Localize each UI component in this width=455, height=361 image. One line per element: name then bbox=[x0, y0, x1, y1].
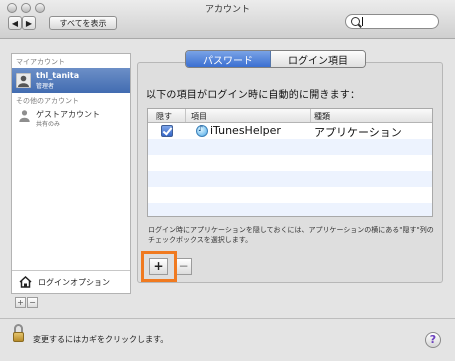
help-button[interactable]: ? bbox=[425, 332, 441, 348]
login-options-label: ログインオプション bbox=[38, 278, 110, 287]
show-all-button[interactable]: すべてを表示 bbox=[49, 16, 117, 30]
column-header-item[interactable]: 項目 bbox=[191, 111, 207, 122]
hide-instructions-text: ログイン時にアプリケーションを隠しておくには、アプリケーションの横にある"隠す"… bbox=[148, 226, 434, 244]
empty-row bbox=[148, 187, 432, 203]
forward-button[interactable]: ▶ bbox=[22, 16, 36, 30]
current-user-role: 管理者 bbox=[36, 83, 55, 90]
tab-bar: パスワード ログイン項目 bbox=[185, 50, 366, 68]
column-header-kind[interactable]: 種類 bbox=[314, 111, 330, 122]
empty-row bbox=[148, 155, 432, 171]
column-divider bbox=[310, 109, 311, 122]
guest-user-icon bbox=[19, 110, 30, 122]
itunes-helper-icon bbox=[196, 124, 208, 137]
back-button[interactable]: ◀ bbox=[8, 16, 22, 30]
tab-password[interactable]: パスワード bbox=[186, 51, 271, 67]
guest-account-role: 共有のみ bbox=[36, 121, 61, 128]
sidebar-item-current-user[interactable]: thl_tanita 管理者 bbox=[12, 68, 130, 93]
empty-row bbox=[148, 139, 432, 155]
text-cursor bbox=[362, 17, 363, 26]
remove-account-button[interactable]: − bbox=[27, 297, 38, 308]
column-header-hide[interactable]: 隠す bbox=[156, 111, 172, 122]
lock-instruction-text: 変更するにはカギをクリックします。 bbox=[33, 335, 169, 344]
lock-icon[interactable] bbox=[13, 332, 24, 342]
accounts-window: アカウント ◀ ▶ すべてを表示 マイアカウント thl_tanita 管理者 … bbox=[0, 0, 455, 361]
item-name: iTunesHelper bbox=[210, 124, 281, 137]
empty-row bbox=[148, 171, 432, 187]
house-icon bbox=[19, 276, 32, 288]
add-account-button[interactable]: + bbox=[15, 297, 26, 308]
remove-login-item-button[interactable]: − bbox=[175, 258, 192, 275]
current-user-name: thl_tanita bbox=[36, 71, 80, 80]
table-row[interactable]: iTunesHelper アプリケーション bbox=[148, 123, 432, 139]
login-items-table: 隠す 項目 種類 iTunesHelper アプリケーション bbox=[147, 108, 433, 217]
hide-checkbox[interactable] bbox=[161, 125, 173, 137]
tab-login-items[interactable]: ログイン項目 bbox=[271, 51, 365, 67]
my-account-header: マイアカウント bbox=[16, 58, 65, 66]
empty-row bbox=[148, 203, 432, 216]
title-bar: アカウント ◀ ▶ すべてを表示 bbox=[0, 0, 455, 39]
other-accounts-header: その他のアカウント bbox=[16, 97, 79, 105]
login-options-item[interactable]: ログインオプション bbox=[12, 270, 130, 294]
accounts-sidebar: マイアカウント thl_tanita 管理者 その他のアカウント ゲストアカウン… bbox=[11, 53, 131, 294]
search-icon bbox=[351, 17, 360, 26]
user-avatar-icon bbox=[16, 73, 31, 88]
login-items-heading: 以下の項目がログイン時に自動的に開きます： bbox=[146, 90, 361, 101]
search-field[interactable] bbox=[345, 14, 439, 29]
item-kind: アプリケーション bbox=[314, 126, 402, 139]
highlight-box bbox=[141, 251, 177, 282]
table-header: 隠す 項目 種類 bbox=[148, 109, 432, 123]
column-divider bbox=[185, 109, 186, 122]
